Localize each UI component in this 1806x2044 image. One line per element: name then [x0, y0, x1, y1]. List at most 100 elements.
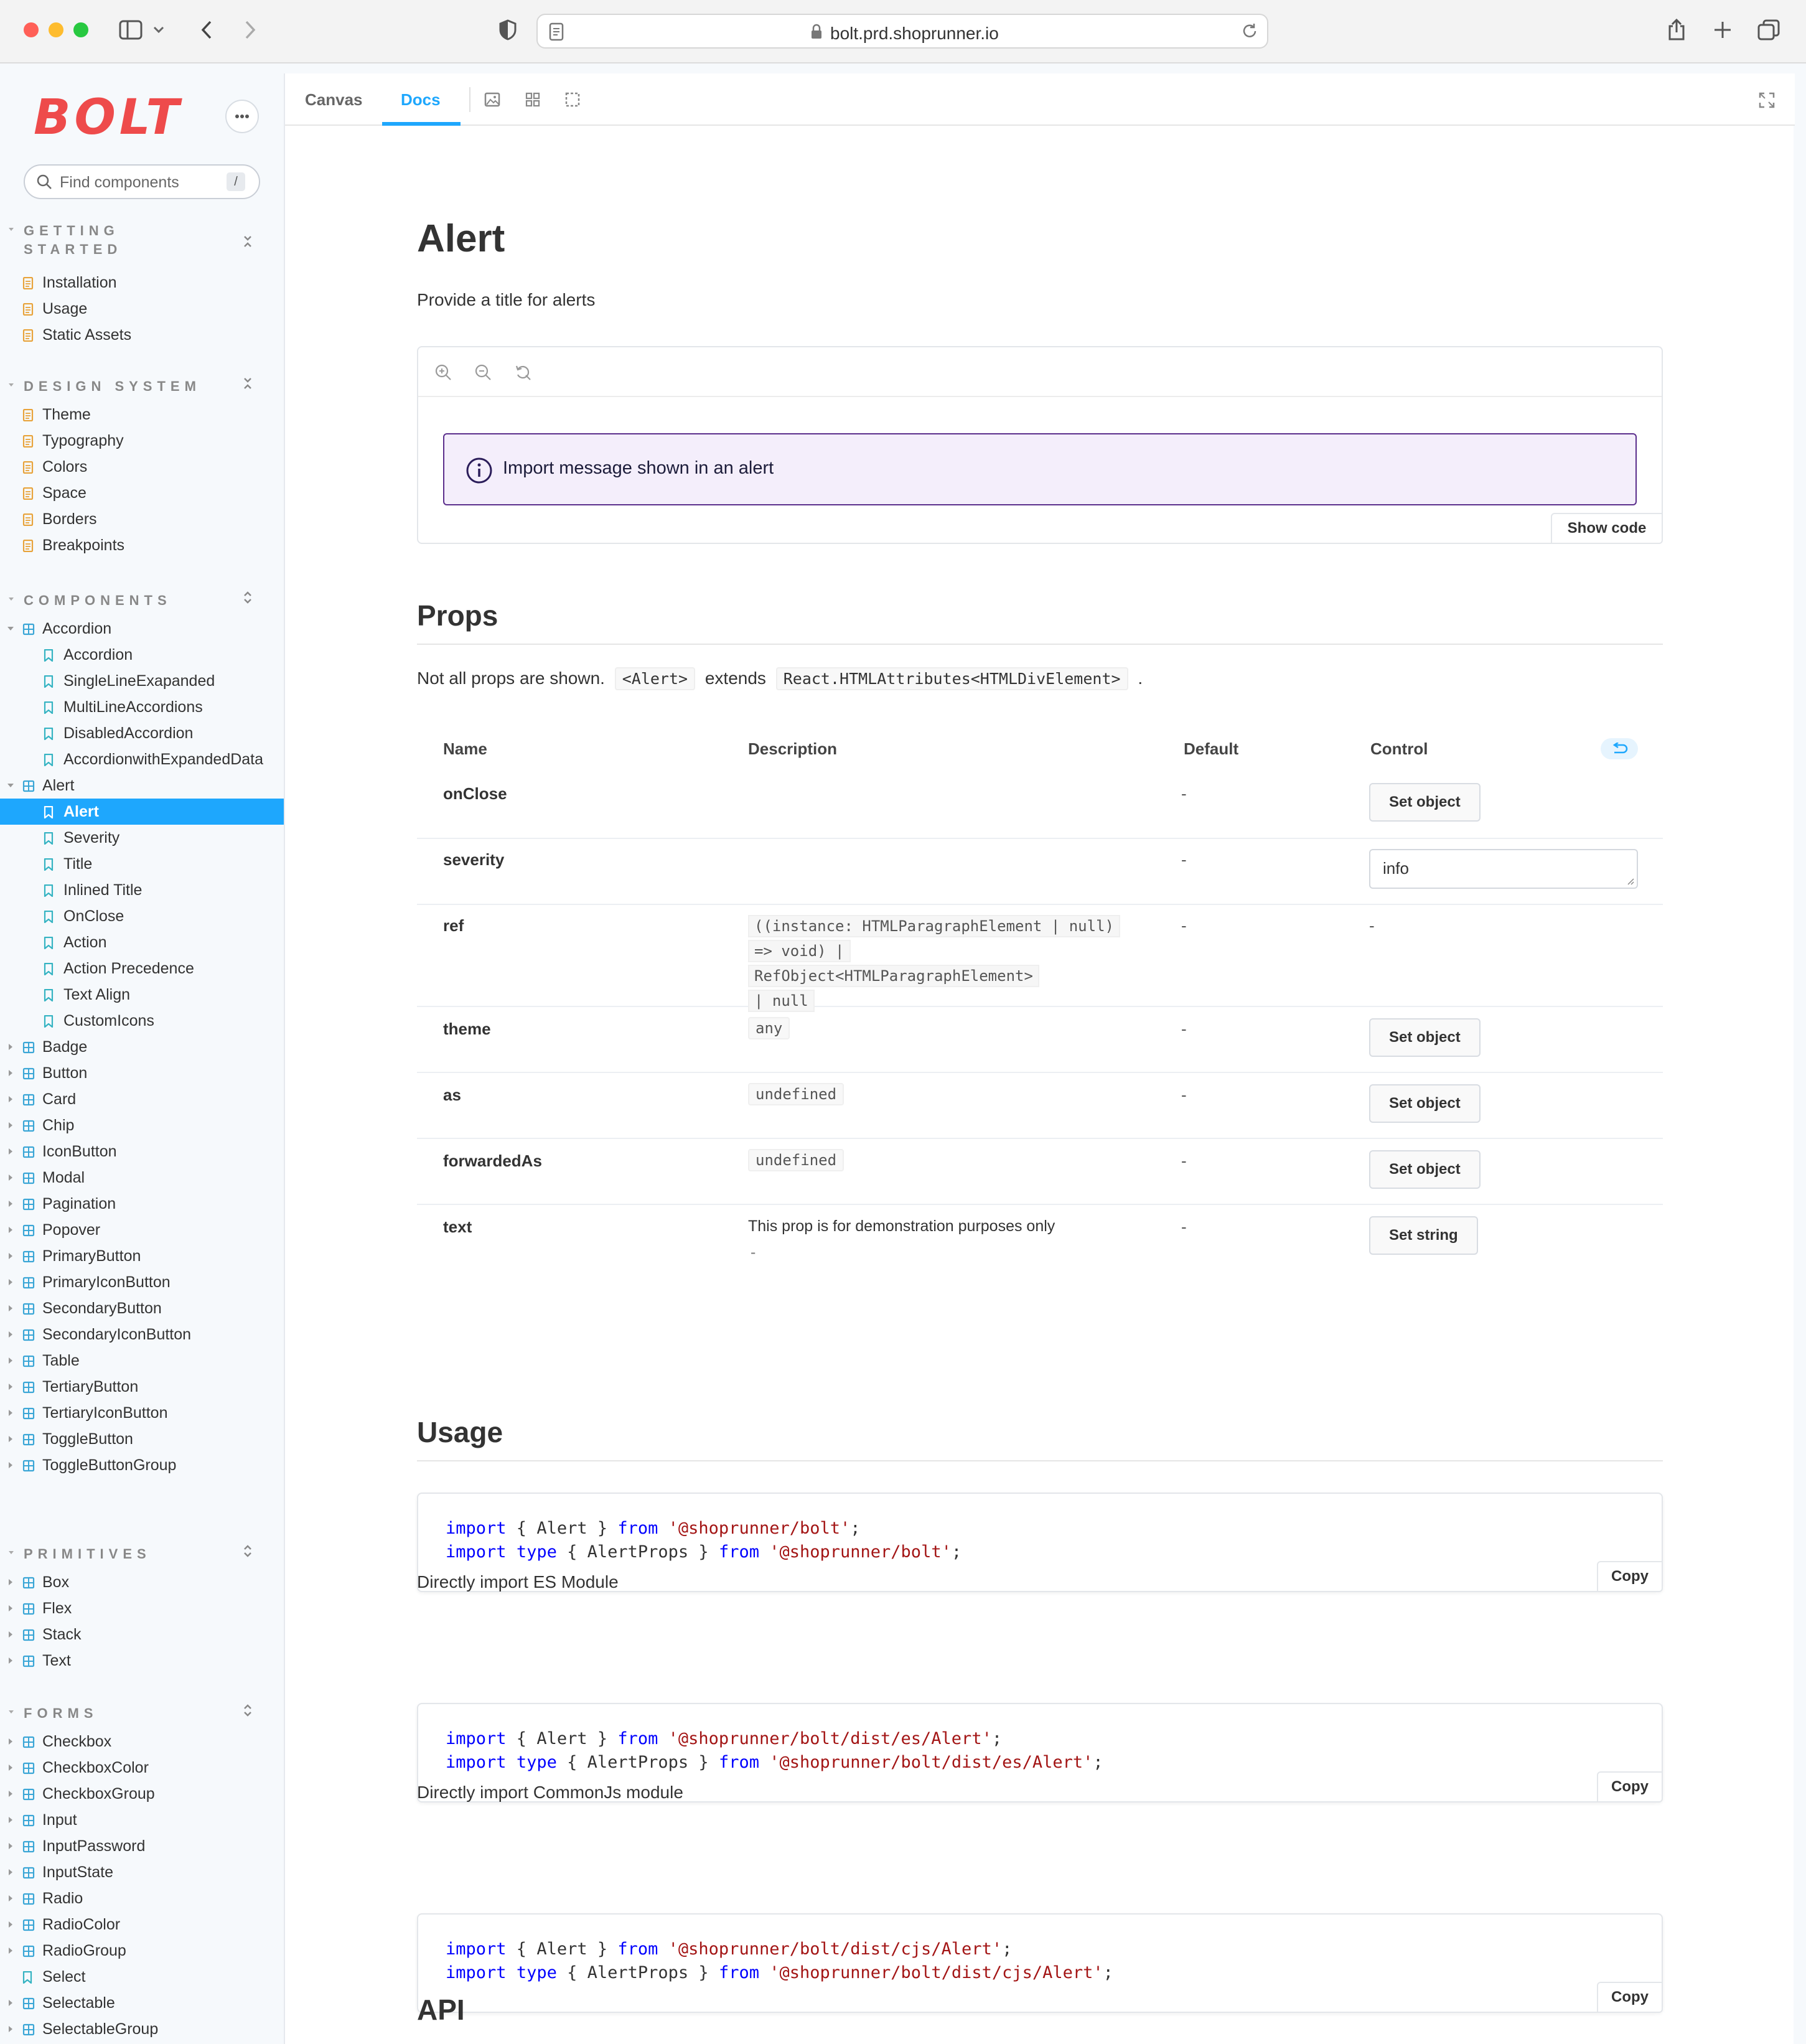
story-accordion-disabledaccordion[interactable]: DisabledAccordion: [0, 720, 284, 746]
section-getting-started[interactable]: GETTING STARTED: [9, 222, 122, 259]
sidebar-item-inputstate[interactable]: InputState: [0, 1859, 284, 1885]
sidebar-item-checkboxcolor[interactable]: CheckboxColor: [0, 1755, 284, 1781]
chevron-right-icon[interactable]: [9, 1044, 12, 1050]
search-input[interactable]: Find components /: [24, 164, 260, 199]
sidebar-item-alert[interactable]: Alert: [0, 772, 284, 799]
zoom-in-icon[interactable]: [434, 363, 452, 381]
reset-zoom-icon[interactable]: [514, 363, 531, 381]
chevron-right-icon[interactable]: [9, 1201, 12, 1207]
chevron-right-icon[interactable]: [9, 1436, 12, 1442]
story-alert-action-precedence[interactable]: Action Precedence: [0, 955, 284, 982]
tab-overview-icon[interactable]: [1754, 15, 1784, 45]
chevron-down-icon[interactable]: [151, 15, 167, 45]
chevron-right-icon[interactable]: [9, 1579, 12, 1585]
sidebar-item-inputpassword[interactable]: InputPassword: [0, 1833, 284, 1859]
sidebar-item-card[interactable]: Card: [0, 1086, 284, 1112]
story-alert-alert[interactable]: Alert: [0, 799, 284, 825]
chevron-right-icon[interactable]: [9, 1462, 12, 1468]
share-icon[interactable]: [1662, 15, 1691, 45]
sidebar-item-modal[interactable]: Modal: [0, 1165, 284, 1191]
close-window-button[interactable]: [24, 22, 39, 37]
chevron-down-icon[interactable]: [7, 784, 14, 787]
chevron-right-icon[interactable]: [9, 1305, 12, 1311]
story-alert-severity[interactable]: Severity: [0, 825, 284, 851]
sidebar-item-typography[interactable]: Typography: [0, 428, 284, 454]
sidebar-item-colors[interactable]: Colors: [0, 454, 284, 480]
story-accordion-singlelineexapanded[interactable]: SingleLineExapanded: [0, 668, 284, 694]
sidebar-item-theme[interactable]: Theme: [0, 401, 284, 428]
copy-button[interactable]: Copy: [1597, 1561, 1663, 1592]
expand-all-icon[interactable]: [239, 1542, 256, 1560]
chevron-right-icon[interactable]: [9, 2000, 12, 2006]
story-accordion-multilineaccordions[interactable]: MultiLineAccordions: [0, 694, 284, 720]
sidebar-item-secondarybutton[interactable]: SecondaryButton: [0, 1295, 284, 1321]
sidebar-item-breakpoints[interactable]: Breakpoints: [0, 532, 284, 558]
sidebar-item-usage[interactable]: Usage: [0, 296, 284, 322]
new-tab-icon[interactable]: [1708, 15, 1738, 45]
set-object-button[interactable]: Set object: [1369, 1150, 1481, 1189]
tab-canvas[interactable]: Canvas: [305, 73, 363, 126]
zoom-out-icon[interactable]: [474, 363, 492, 381]
story-alert-onclose[interactable]: OnClose: [0, 903, 284, 929]
image-background-icon[interactable]: [484, 92, 500, 107]
copy-button[interactable]: Copy: [1597, 1771, 1663, 1803]
section-components[interactable]: COMPONENTS: [9, 591, 172, 610]
sidebar-item-select[interactable]: Select: [0, 1964, 284, 1990]
chevron-right-icon[interactable]: [9, 1791, 12, 1797]
chevron-right-icon[interactable]: [9, 1331, 12, 1338]
chevron-right-icon[interactable]: [9, 1895, 12, 1901]
expand-all-icon[interactable]: [239, 1702, 256, 1719]
story-alert-action[interactable]: Action: [0, 929, 284, 955]
section-forms[interactable]: FORMS: [9, 1704, 98, 1723]
chevron-right-icon[interactable]: [9, 1631, 12, 1638]
grid-icon[interactable]: [525, 92, 540, 107]
chevron-right-icon[interactable]: [9, 1253, 12, 1259]
forward-icon[interactable]: [235, 15, 265, 45]
collapse-all-icon[interactable]: [239, 233, 256, 250]
story-alert-text-align[interactable]: Text Align: [0, 982, 284, 1008]
outline-icon[interactable]: [565, 92, 580, 107]
chevron-right-icon[interactable]: [9, 1765, 12, 1771]
sidebar-item-space[interactable]: Space: [0, 480, 284, 506]
chevron-right-icon[interactable]: [9, 1384, 12, 1390]
sidebar-item-text[interactable]: Text: [0, 1648, 284, 1674]
chevron-right-icon[interactable]: [9, 1096, 12, 1102]
collapse-all-icon[interactable]: [239, 375, 256, 392]
privacy-shield-icon[interactable]: [493, 15, 523, 45]
bolt-logo[interactable]: BOLT: [34, 93, 183, 142]
chevron-right-icon[interactable]: [9, 1738, 12, 1745]
show-code-button[interactable]: Show code: [1551, 513, 1663, 544]
sidebar-item-iconbutton[interactable]: IconButton: [0, 1138, 284, 1165]
story-accordion-accordionwithexpandeddata[interactable]: AccordionwithExpandedData: [0, 746, 284, 772]
story-alert-title[interactable]: Title: [0, 851, 284, 877]
set-object-button[interactable]: Set object: [1369, 783, 1481, 822]
sidebar-item-popover[interactable]: Popover: [0, 1217, 284, 1243]
chevron-right-icon[interactable]: [9, 1122, 12, 1128]
chevron-right-icon[interactable]: [9, 1921, 12, 1928]
story-alert-customicons[interactable]: CustomIcons: [0, 1008, 284, 1034]
sidebar-item-togglebuttongroup[interactable]: ToggleButtonGroup: [0, 1452, 284, 1478]
resize-handle-icon[interactable]: [1627, 878, 1634, 885]
reset-controls-button[interactable]: [1601, 738, 1638, 759]
fullscreen-icon[interactable]: [1759, 92, 1775, 108]
sidebar-item-radiocolor[interactable]: RadioColor: [0, 1911, 284, 1938]
section-design-system[interactable]: DESIGN SYSTEM: [9, 377, 201, 396]
chevron-right-icon[interactable]: [9, 1148, 12, 1155]
chevron-right-icon[interactable]: [9, 1174, 12, 1181]
zoom-window-button[interactable]: [73, 22, 88, 37]
sidebar-item-installation[interactable]: Installation: [0, 270, 284, 296]
chevron-right-icon[interactable]: [9, 1869, 12, 1875]
sidebar-item-badge[interactable]: Badge: [0, 1034, 284, 1060]
set-object-button[interactable]: Set object: [1369, 1018, 1481, 1057]
chevron-right-icon[interactable]: [9, 1227, 12, 1233]
severity-field[interactable]: info: [1369, 849, 1638, 889]
sidebar-item-chip[interactable]: Chip: [0, 1112, 284, 1138]
sidebar-item-accordion[interactable]: Accordion: [0, 616, 284, 642]
sidebar-item-secondaryiconbutton[interactable]: SecondaryIconButton: [0, 1321, 284, 1348]
sidebar-item-static-assets[interactable]: Static Assets: [0, 322, 284, 348]
sidebar-item-primarybutton[interactable]: PrimaryButton: [0, 1243, 284, 1269]
chevron-right-icon[interactable]: [9, 2026, 12, 2032]
sidebar-item-box[interactable]: Box: [0, 1569, 284, 1595]
sidebar-item-radiogroup[interactable]: RadioGroup: [0, 1938, 284, 1964]
minimize-window-button[interactable]: [49, 22, 63, 37]
